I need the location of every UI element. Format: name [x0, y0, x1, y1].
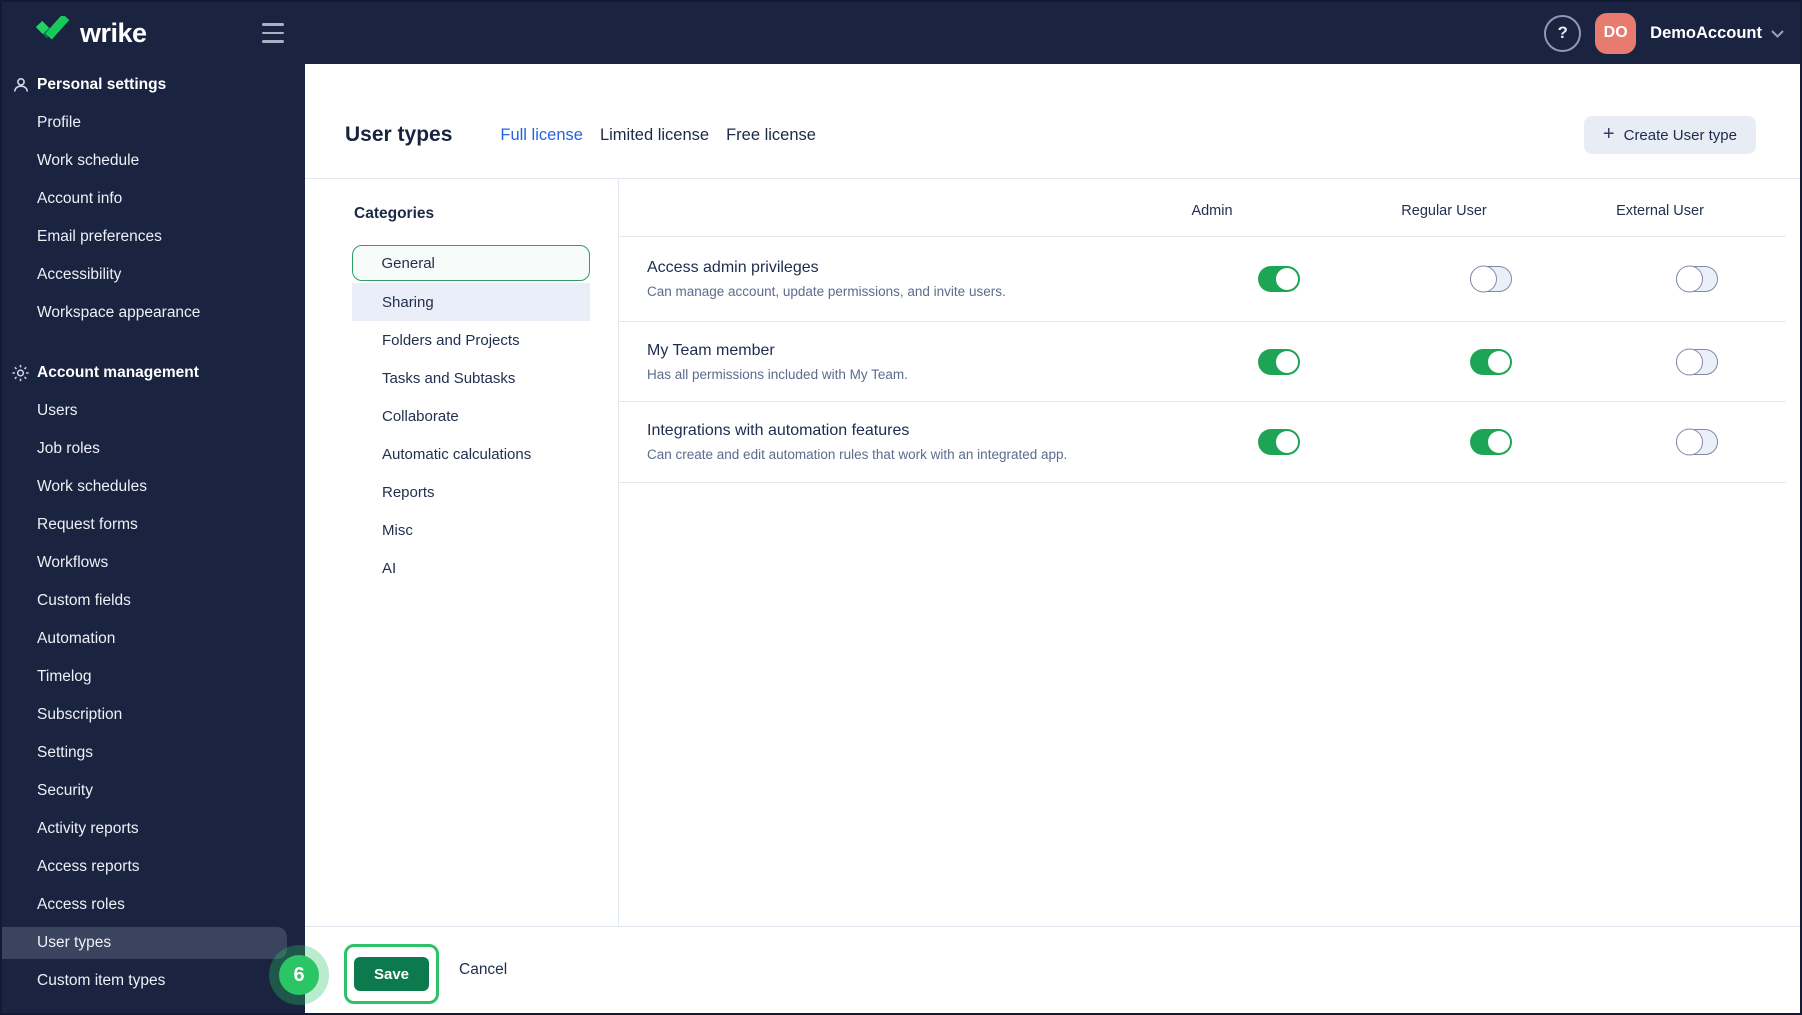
permission-row: My Team member Has all permissions inclu…: [619, 321, 1786, 401]
wrike-logo-text: wrike: [80, 17, 147, 48]
sidebar-item-workflows[interactable]: Workflows: [2, 544, 305, 582]
content-header: User types Full license Limited license …: [305, 64, 1800, 178]
hamburger-menu-icon[interactable]: [262, 23, 284, 43]
toggle-regular-user[interactable]: [1470, 266, 1512, 292]
sidebar-item-request-forms[interactable]: Request forms: [2, 506, 305, 544]
categories-panel: Categories General Sharing Folders and Pro…: [305, 179, 619, 926]
save-annotation-outline: Save: [344, 944, 439, 1004]
column-header-admin: Admin: [1191, 202, 1233, 219]
sidebar-item-accessibility[interactable]: Accessibility: [2, 256, 305, 294]
toggle-regular-user[interactable]: [1470, 429, 1512, 455]
sidebar-section-personal-settings: Personal settings: [2, 66, 305, 104]
toggle-external-user[interactable]: [1676, 348, 1718, 375]
toggle-regular-user[interactable]: [1470, 348, 1512, 375]
footer-bar: Save Cancel: [305, 926, 1800, 1013]
person-icon: [11, 76, 30, 95]
topbar-right: ? DO DemoAccount: [1544, 2, 1784, 64]
chevron-down-icon: [1771, 25, 1784, 43]
sidebar-item-user-types[interactable]: User types: [2, 927, 287, 959]
topbar: wrike ? DO DemoAccount: [2, 2, 1800, 64]
tab-free-license[interactable]: Free license: [726, 126, 816, 145]
tab-limited-license[interactable]: Limited license: [600, 126, 709, 145]
plus-icon: +: [1602, 123, 1615, 145]
categories-list: General Sharing Folders and Projects Tasks …: [352, 245, 590, 587]
sidebar-item-custom-item-types[interactable]: Custom item types: [2, 962, 305, 1000]
avatar[interactable]: DO: [1595, 12, 1637, 54]
content-body: Categories General Sharing Folders and Pro…: [305, 178, 1800, 926]
permission-rows: Access admin privileges Can manage accou…: [619, 236, 1786, 483]
toggle-admin[interactable]: [1258, 348, 1300, 375]
wrike-logo-icon: [35, 13, 71, 51]
column-header-regular-user: Regular User: [1401, 202, 1487, 219]
sidebar: Personal settings Profile Work schedule Ac…: [2, 64, 305, 1013]
category-item-misc[interactable]: Misc: [352, 511, 590, 549]
page-title: User types: [345, 123, 453, 146]
category-item-folders-and-projects[interactable]: Folders and Projects: [352, 321, 590, 359]
account-menu[interactable]: DemoAccount: [1650, 23, 1784, 43]
permissions-table: Admin Regular User External User Access …: [619, 179, 1800, 926]
permission-title: Integrations with automation features: [647, 422, 910, 439]
sidebar-item-settings[interactable]: Settings: [2, 734, 305, 772]
sidebar-item-email-preferences[interactable]: Email preferences: [2, 218, 305, 256]
toggle-admin[interactable]: [1258, 266, 1300, 292]
license-tabs: Full license Limited license Free licens…: [500, 126, 816, 145]
sidebar-item-automation[interactable]: Automation: [2, 620, 305, 658]
sidebar-item-activity-reports[interactable]: Activity reports: [2, 810, 305, 848]
sidebar-item-access-reports[interactable]: Access reports: [2, 848, 305, 886]
wrike-logo[interactable]: wrike: [35, 2, 147, 64]
sidebar-item-users[interactable]: Users: [2, 392, 305, 430]
sidebar-item-security[interactable]: Security: [2, 772, 305, 810]
sidebar-section-account-management: Account management: [2, 354, 305, 392]
category-item-collaborate[interactable]: Collaborate: [352, 397, 590, 435]
categories-title: Categories: [354, 205, 435, 222]
toggle-external-user[interactable]: [1676, 429, 1718, 455]
category-item-general[interactable]: General: [352, 245, 590, 281]
category-item-automatic-calculations[interactable]: Automatic calculations: [352, 435, 590, 473]
save-button[interactable]: Save: [354, 957, 429, 991]
sidebar-item-work-schedule[interactable]: Work schedule: [2, 142, 305, 180]
sidebar-item-work-schedules[interactable]: Work schedules: [2, 468, 305, 506]
step-badge: 6: [279, 955, 319, 995]
permission-row: Integrations with automation features Ca…: [619, 401, 1786, 483]
permission-title: Access admin privileges: [647, 259, 819, 276]
sidebar-item-subscription[interactable]: Subscription: [2, 696, 305, 734]
help-icon[interactable]: ?: [1544, 14, 1582, 52]
permission-row: Access admin privileges Can manage accou…: [619, 236, 1786, 321]
sidebar-item-timelog[interactable]: Timelog: [2, 658, 305, 696]
permission-description: Has all permissions included with My Tea…: [647, 366, 908, 382]
toggle-admin[interactable]: [1258, 429, 1300, 455]
account-name: DemoAccount: [1650, 23, 1762, 42]
sidebar-item-access-roles[interactable]: Access roles: [2, 886, 305, 924]
permission-description: Can create and edit automation rules tha…: [647, 447, 1068, 462]
wrike-settings-screen: wrike ? DO DemoAccount Personal settings…: [0, 0, 1802, 1015]
sidebar-item-workspace-appearance[interactable]: Workspace appearance: [2, 294, 305, 332]
cancel-button[interactable]: Cancel: [459, 961, 507, 979]
sidebar-item-job-roles[interactable]: Job roles: [2, 430, 305, 468]
sidebar-item-profile[interactable]: Profile: [2, 104, 305, 142]
permission-description: Can manage account, update permissions, …: [647, 284, 1006, 299]
create-user-type-button[interactable]: + Create User type: [1583, 116, 1756, 154]
gear-icon: [11, 364, 30, 383]
category-item-tasks-and-subtasks[interactable]: Tasks and Subtasks: [352, 359, 590, 397]
sidebar-item-custom-fields[interactable]: Custom fields: [2, 582, 305, 620]
sidebar-item-account-info[interactable]: Account info: [2, 180, 305, 218]
category-item-ai[interactable]: AI: [352, 549, 590, 587]
permission-title: My Team member: [647, 341, 775, 359]
column-header-external-user: External User: [1616, 202, 1704, 219]
tab-full-license[interactable]: Full license: [500, 126, 583, 145]
category-item-reports[interactable]: Reports: [352, 473, 590, 511]
toggle-external-user[interactable]: [1676, 266, 1718, 292]
category-item-sharing[interactable]: Sharing: [352, 283, 590, 321]
